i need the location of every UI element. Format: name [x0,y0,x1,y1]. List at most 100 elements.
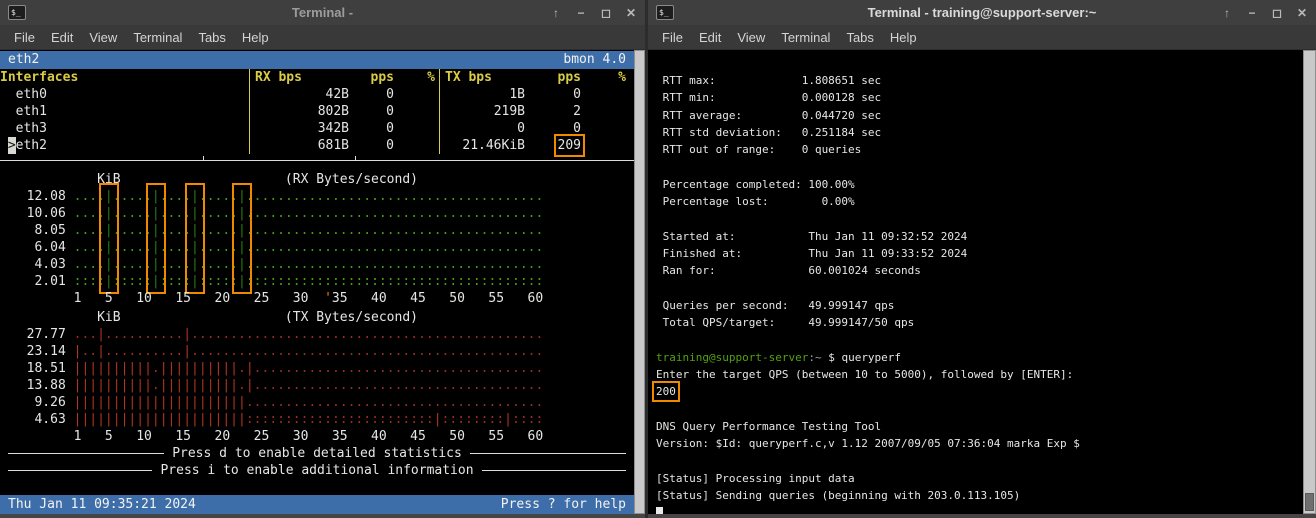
interface-row-eth2[interactable]: >eth2681B021.46KiB209 [0,137,634,154]
terminal-line: RTT std deviation: 0.251184 sec [656,124,1303,141]
highlight-box [146,183,166,294]
status-help-hint: Press ? for help [501,495,626,514]
minimize-icon[interactable]: − [575,6,587,20]
qps-input-highlighted: 200 [656,385,676,398]
tx-pps-value: 0 [573,87,581,102]
scrollbar[interactable] [634,50,645,514]
rx-bps-value: 42B [250,86,349,103]
prompt-command: $ queryperf [822,351,901,364]
graph-row: 13.88||||||||||.||||||||||.|............… [11,377,634,394]
menu-item-edit[interactable]: Edit [691,30,729,45]
rollup-icon[interactable]: ↑ [550,6,562,20]
bmon-status-bar: Thu Jan 11 09:35:21 2024 Press ? for hel… [0,495,634,514]
column-header: RX bps [250,69,349,86]
y-tick-label: 18.51 [11,360,74,377]
y-tick-label: 9.26 [11,394,74,411]
titlebar[interactable]: $_ Terminal - ↑ − ◻ ✕ [0,0,645,25]
close-icon[interactable]: ✕ [625,6,637,20]
axis-mark: ' [324,290,332,307]
close-icon[interactable]: ✕ [1296,6,1308,20]
window-controls: ↑ − ◻ ✕ [550,6,637,20]
y-tick-label: 2.01 [11,273,74,290]
graph-title: (TX Bytes/second) [285,309,418,326]
terminal-line: Version: $Id: queryperf.c,v 1.12 2007/09… [656,435,1303,452]
menu-item-file[interactable]: File [654,30,691,45]
rx-bps-value: 681B [250,137,349,154]
window-title: Terminal - training@support-server:~ [648,5,1316,20]
terminal-line [656,331,1303,348]
titlebar[interactable]: $_ Terminal - training@support-server:~ … [648,0,1316,25]
table-header-row: InterfacesRX bpspps%TX bpspps% [0,69,634,86]
prompt-user-host: training@support-server [656,351,808,364]
rx-pps-value: 0 [349,103,394,120]
terminal-line: Started at: Thu Jan 11 09:32:52 2024 [656,228,1303,245]
column-header: % [394,69,440,86]
hint-additional-information: Press i to enable additional information [0,462,634,479]
terminal-line: Enter the target QPS (between 10 to 5000… [656,366,1303,383]
bmon-terminal-screen[interactable]: eth2 bmon 4.0 InterfacesRX bpspps%TX bps… [0,50,645,514]
terminal-line: [Status] Sending queries (beginning with… [656,487,1303,504]
rx-bps-value: 342B [250,120,349,137]
selection-cursor [8,86,16,103]
tx-bps-value: 21.46KiB [440,137,525,154]
y-tick-label: 27.77 [11,326,74,343]
column-header: pps [349,69,394,86]
bmon-version: bmon 4.0 [563,51,626,69]
menu-item-terminal[interactable]: Terminal [125,30,190,45]
interface-name: eth1 [16,103,47,120]
rx-pct-value [394,86,440,103]
menu-item-view[interactable]: View [729,30,773,45]
terminal-line: 200 [656,383,1303,400]
prompt-path: :~ [808,351,821,364]
highlight-box [99,183,119,294]
interface-row-eth0[interactable]: eth042B01B0 [0,86,634,103]
minimize-icon[interactable]: − [1246,6,1258,20]
bmon-active-interface: eth2 [8,51,39,69]
menu-item-tabs[interactable]: Tabs [190,30,233,45]
menubar: FileEditViewTerminalTabsHelp [648,25,1316,50]
scrollbar-thumb[interactable] [1305,493,1314,511]
text-cursor [656,507,663,514]
y-tick-label: 10.06 [11,205,74,222]
interface-name: eth0 [16,86,47,103]
terminal-line [656,453,1303,470]
graph-row: 4.63||||||||||||||||||||||::::::::::::::… [11,411,634,428]
terminal-line: Percentage lost: 0.00% [656,193,1303,210]
menu-item-terminal[interactable]: Terminal [773,30,838,45]
window-controls: ↑ − ◻ ✕ [1221,6,1308,20]
y-tick-label: 12.08 [11,188,74,205]
interface-row-eth1[interactable]: eth1802B0219B2 [0,103,634,120]
terminal-line: RTT out of range: 0 queries [656,141,1303,158]
rollup-icon[interactable]: ↑ [1221,6,1233,20]
terminal-line: RTT max: 1.808651 sec [656,72,1303,89]
terminal-line: Queries per second: 49.999147 qps [656,297,1303,314]
menu-item-edit[interactable]: Edit [43,30,81,45]
queryperf-terminal-screen[interactable]: RTT max: 1.808651 sec RTT min: 0.000128 … [648,50,1316,514]
graph-row: 9.26||||||||||||||||||||||..............… [11,394,634,411]
terminal-line: Total QPS/target: 49.999147/50 qps [656,314,1303,331]
x-axis-labels: 1 5 10 15 20 25 30 35 40 45 50 55 60 [74,428,634,445]
maximize-icon[interactable]: ◻ [600,6,612,20]
bmon-interface-table: InterfacesRX bpspps%TX bpspps% eth042B01… [0,69,634,154]
separator-line [0,160,634,161]
hint-detailed-statistics: Press d to enable detailed statistics [0,445,634,462]
scrollbar[interactable] [1303,50,1316,514]
maximize-icon[interactable]: ◻ [1271,6,1283,20]
tx-pps-value-highlighted: 209 [558,138,581,153]
rx-pps-value: 0 [349,86,394,103]
graph-title: (RX Bytes/second) [285,171,418,188]
graph-row: 27.77...|..........|....................… [11,326,634,343]
menu-item-help[interactable]: Help [234,30,277,45]
menu-item-help[interactable]: Help [882,30,925,45]
interface-row-eth3[interactable]: eth3342B000 [0,120,634,137]
terminal-line: Finished at: Thu Jan 11 09:33:52 2024 [656,245,1303,262]
terminal-line: Percentage completed: 100.00% [656,176,1303,193]
terminal-line: RTT min: 0.000128 sec [656,89,1303,106]
menu-item-tabs[interactable]: Tabs [838,30,881,45]
highlight-box [185,183,205,294]
y-tick-label: 13.88 [11,377,74,394]
terminal-line [656,401,1303,418]
tx-pct-value [581,86,634,103]
menu-item-view[interactable]: View [81,30,125,45]
menu-item-file[interactable]: File [6,30,43,45]
